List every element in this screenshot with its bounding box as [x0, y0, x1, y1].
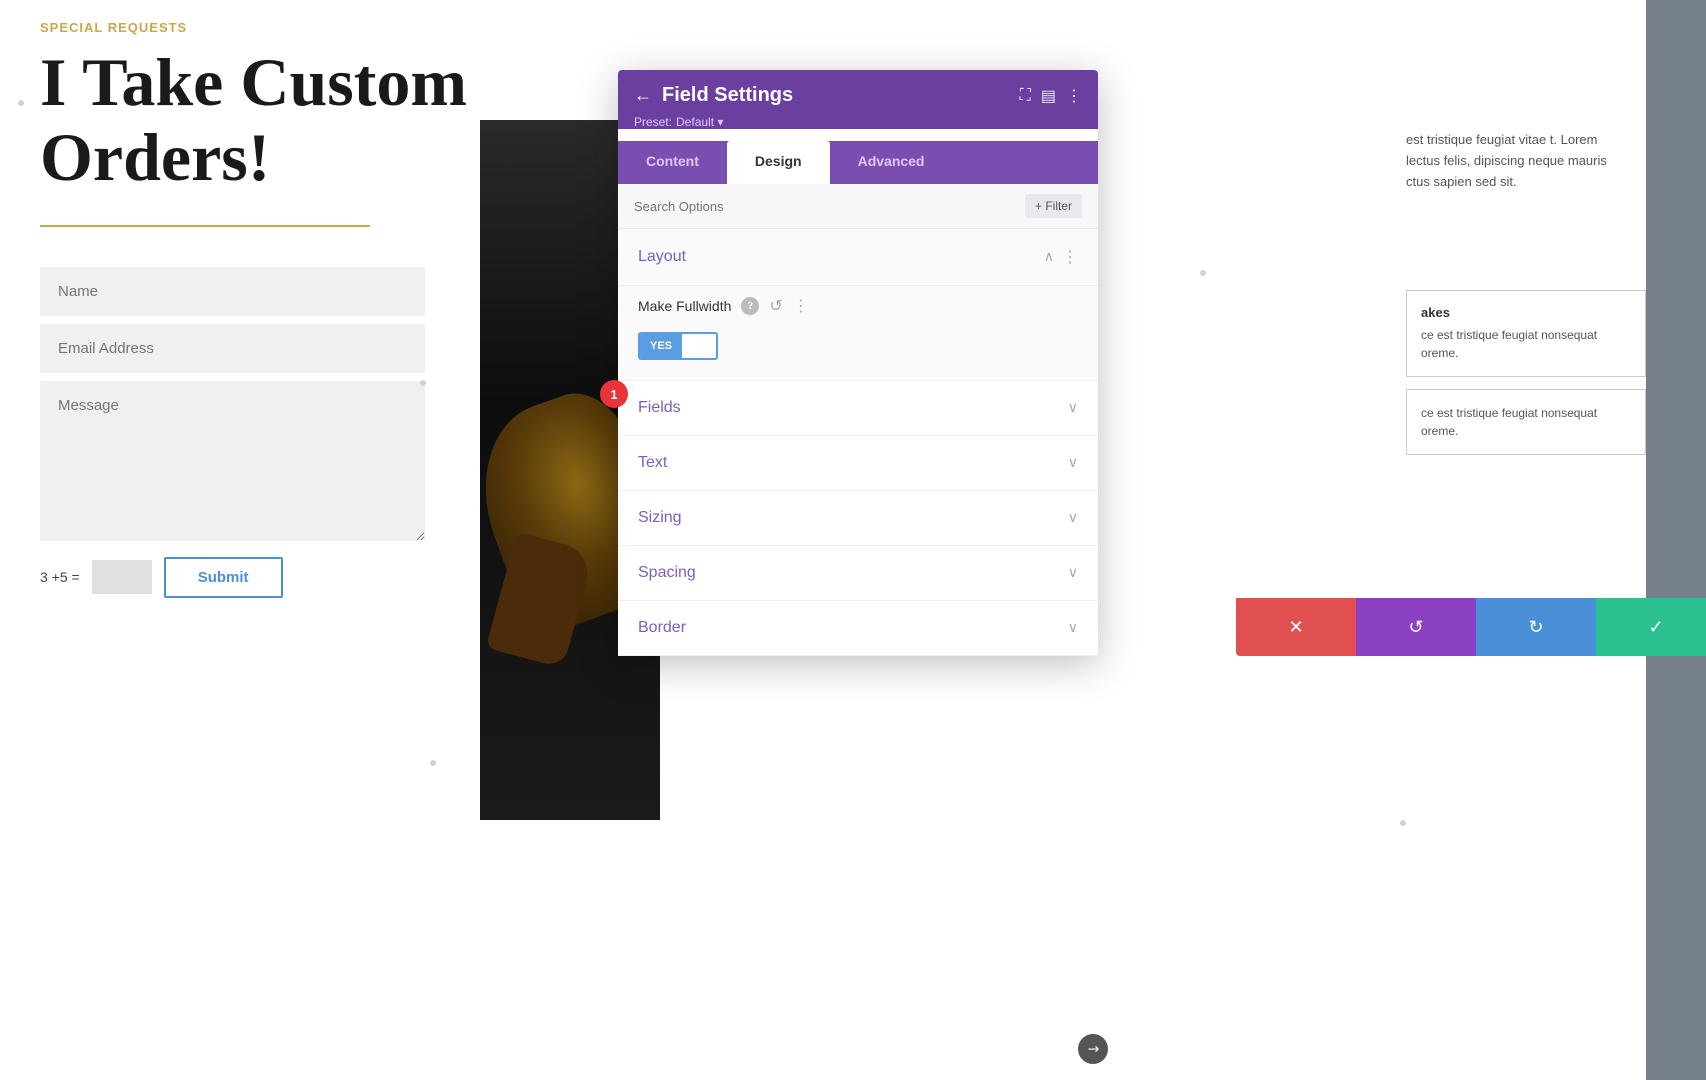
layout-section-header[interactable]: Layout ∧ ⋮: [618, 229, 1098, 286]
submit-button[interactable]: Submit: [164, 557, 283, 598]
text-section-header[interactable]: Text ∨: [618, 436, 1098, 491]
preset-value[interactable]: Default ▾: [676, 115, 723, 129]
special-requests-label: SPECIAL REQUESTS: [40, 20, 490, 35]
panel-title-left: ← Field Settings: [634, 84, 793, 107]
panel-icons: ⛶ ▤ ⋮: [1020, 86, 1082, 106]
box1-title: akes: [1421, 305, 1631, 320]
preset-row: Preset: Default ▾: [634, 115, 1082, 129]
name-input[interactable]: [40, 267, 425, 316]
layout-more-icon[interactable]: ⋮: [1062, 247, 1078, 267]
panel-title-row: ← Field Settings ⛶ ▤ ⋮: [634, 84, 1082, 107]
tab-design[interactable]: Design: [727, 141, 830, 184]
search-options-input[interactable]: [634, 199, 1017, 214]
resize-handle[interactable]: ↗: [1078, 1034, 1108, 1064]
layout-icon[interactable]: ▤: [1041, 86, 1056, 106]
border-title: Border: [638, 619, 686, 637]
tab-advanced[interactable]: Advanced: [830, 141, 953, 184]
filter-button[interactable]: + Filter: [1025, 194, 1082, 218]
make-fullwidth-row: Make Fullwidth ? ↺ ⋮: [638, 286, 1078, 326]
back-button[interactable]: ←: [634, 85, 652, 106]
help-icon[interactable]: ?: [741, 297, 759, 315]
dot-decoration: [430, 760, 436, 766]
dot-decoration: [1400, 820, 1406, 826]
fullwidth-toggle[interactable]: YES: [638, 332, 718, 360]
border-chevron: ∨: [1068, 620, 1078, 637]
spacing-title: Spacing: [638, 564, 696, 582]
layout-controls: ∧ ⋮: [1044, 247, 1078, 267]
cancel-button[interactable]: ✕: [1236, 598, 1356, 656]
preset-label: Preset:: [634, 115, 672, 129]
dot-decoration: [18, 100, 24, 106]
main-heading: I Take Custom Orders!: [40, 45, 490, 195]
toggle-container: YES: [638, 332, 1078, 360]
spacing-chevron: ∨: [1068, 565, 1078, 582]
toggle-no[interactable]: [682, 334, 716, 358]
dot-decoration: [1200, 270, 1206, 276]
confirm-button[interactable]: ✓: [1596, 598, 1706, 656]
sizing-chevron: ∨: [1068, 510, 1078, 527]
heading-divider: [40, 225, 370, 227]
right-paragraph: est tristique feugiat vitae t. Lorem lec…: [1406, 130, 1626, 192]
resize-icon: ↗: [1083, 1039, 1103, 1059]
fields-title: Fields: [638, 399, 681, 417]
undo-button[interactable]: ↺: [1356, 598, 1476, 656]
tab-content[interactable]: Content: [618, 141, 727, 184]
search-row: + Filter: [618, 184, 1098, 229]
left-content-area: SPECIAL REQUESTS I Take Custom Orders! 3…: [40, 20, 490, 598]
message-textarea[interactable]: [40, 381, 425, 541]
panel-header: ← Field Settings ⛶ ▤ ⋮ Preset: Default ▾: [618, 70, 1098, 129]
captcha-text: 3 +5 =: [40, 569, 80, 585]
captcha-input[interactable]: [92, 560, 152, 594]
right-sidebar: [1646, 0, 1706, 1080]
content-box-2: ce est tristique feugiat nonsequat oreme…: [1406, 389, 1646, 455]
content-box-1: akes ce est tristique feugiat nonsequat …: [1406, 290, 1646, 377]
text-title: Text: [638, 454, 667, 472]
option-more-icon[interactable]: ⋮: [793, 296, 809, 316]
captcha-row: 3 +5 = Submit: [40, 557, 490, 598]
panel-tabs: Content Design Advanced: [618, 141, 1098, 184]
layout-title: Layout: [638, 248, 686, 266]
right-boxes-area: akes ce est tristique feugiat nonsequat …: [1406, 290, 1646, 467]
text-chevron: ∨: [1068, 455, 1078, 472]
border-section-header[interactable]: Border ∨: [618, 601, 1098, 656]
spacing-section-header[interactable]: Spacing ∨: [618, 546, 1098, 601]
fields-chevron: ∨: [1068, 400, 1078, 417]
fullscreen-icon[interactable]: ⛶: [1020, 87, 1031, 105]
redo-button[interactable]: ↻: [1476, 598, 1596, 656]
panel-title: Field Settings: [662, 84, 793, 107]
badge-number-1: 1: [600, 380, 628, 408]
box1-text: ce est tristique feugiat nonsequat oreme…: [1421, 326, 1631, 362]
dot-decoration: [420, 380, 426, 386]
fields-section-header[interactable]: Fields ∨: [618, 381, 1098, 436]
panel-body: Layout ∧ ⋮ Make Fullwidth ? ↺ ⋮ YES Fi: [618, 229, 1098, 656]
layout-section-body: Make Fullwidth ? ↺ ⋮ YES: [618, 286, 1098, 381]
field-settings-panel: ← Field Settings ⛶ ▤ ⋮ Preset: Default ▾…: [618, 70, 1098, 656]
bottom-action-bar: ✕ ↺ ↻ ✓: [1236, 598, 1706, 656]
sizing-section-header[interactable]: Sizing ∨: [618, 491, 1098, 546]
reset-icon[interactable]: ↺: [769, 296, 782, 316]
sizing-title: Sizing: [638, 509, 682, 527]
toggle-yes[interactable]: YES: [640, 334, 682, 358]
make-fullwidth-label: Make Fullwidth: [638, 298, 731, 314]
right-text-area: est tristique feugiat vitae t. Lorem lec…: [1406, 130, 1626, 212]
layout-chevron-up: ∧: [1044, 249, 1054, 266]
email-input[interactable]: [40, 324, 425, 373]
more-options-icon[interactable]: ⋮: [1066, 86, 1082, 106]
box2-text: ce est tristique feugiat nonsequat oreme…: [1421, 404, 1631, 440]
